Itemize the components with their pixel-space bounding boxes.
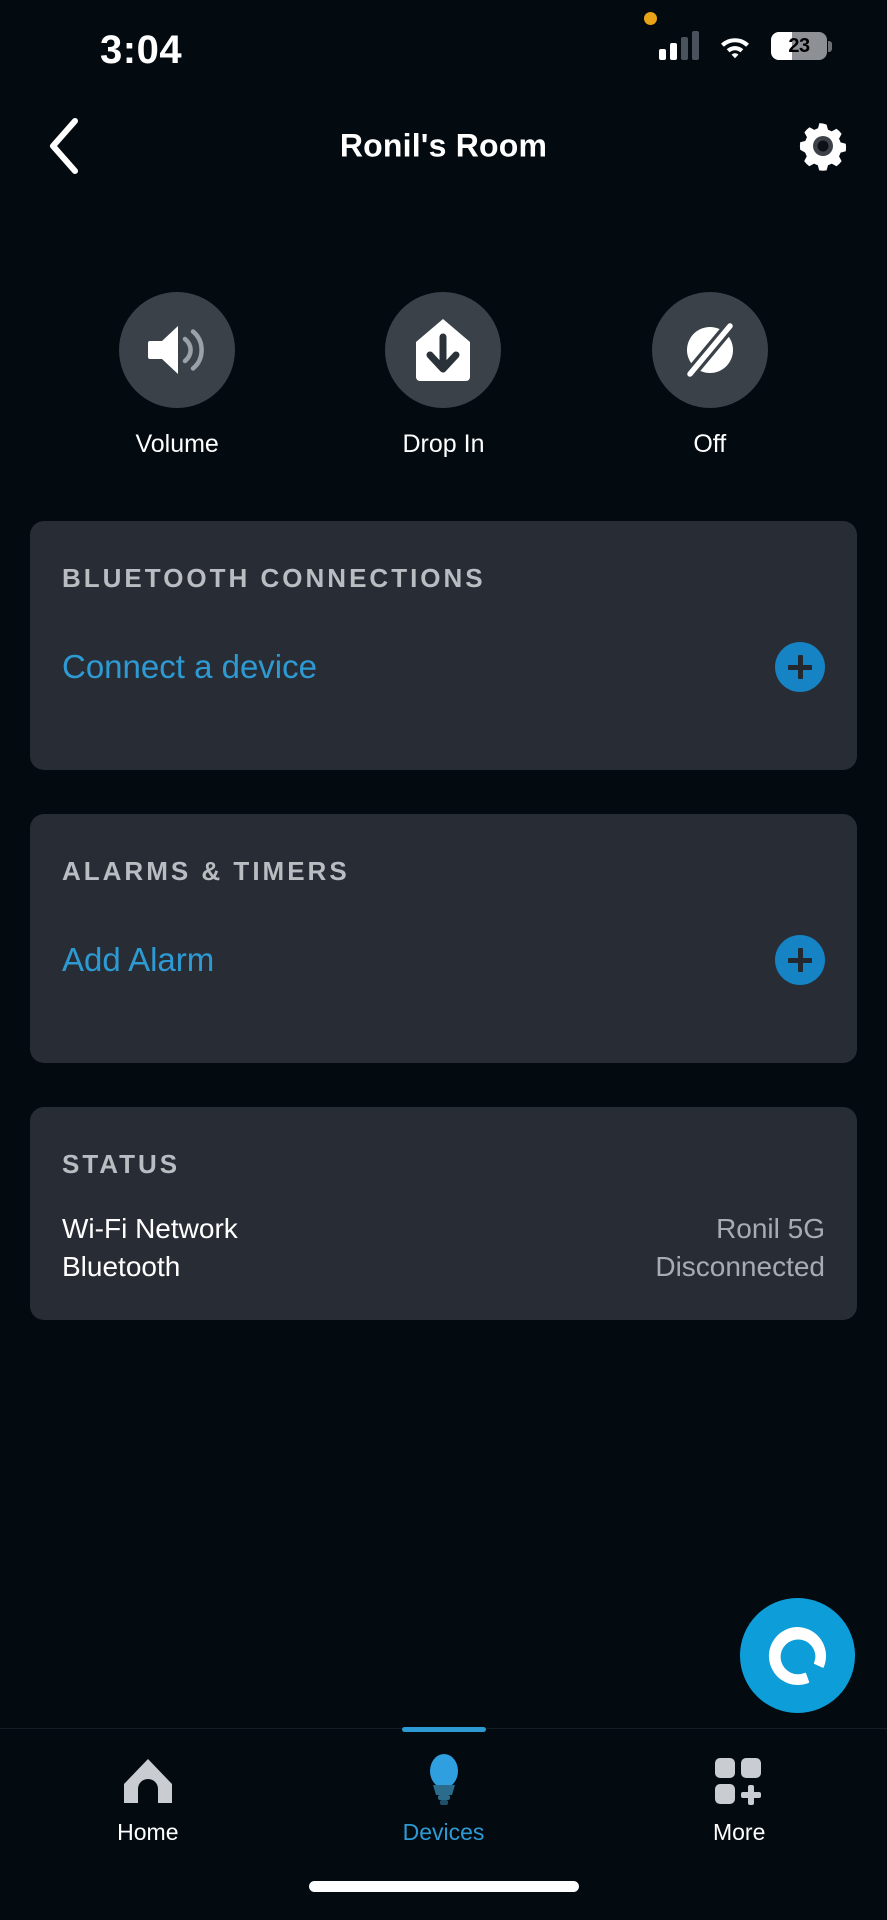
status-row-value: Disconnected: [655, 1251, 825, 1282]
status-row-wifi: Wi-Fi Network Ronil 5G: [62, 1210, 825, 1248]
add-alarm-label[interactable]: Add Alarm: [62, 941, 214, 979]
connect-a-device-label[interactable]: Connect a device: [62, 648, 317, 686]
status-bar-time: 3:04: [100, 28, 183, 72]
alarms-card-title: Alarms & Timers: [62, 856, 350, 886]
status-card: Status Wi-Fi Network Ronil 5G Bluetooth …: [30, 1107, 857, 1320]
status-bar-indicators: 23: [659, 31, 832, 60]
privacy-indicator-dot: [644, 12, 657, 25]
tab-label: Devices: [402, 1819, 485, 1845]
add-alarm-button[interactable]: [775, 935, 825, 985]
drop-in-house-arrow-icon: [416, 319, 471, 381]
quick-action-dnd[interactable]: Off: [615, 292, 805, 459]
quick-action-label: Off: [693, 430, 727, 458]
status-bar: 3:04 23: [0, 0, 887, 96]
alexa-voice-button[interactable]: [740, 1598, 855, 1713]
bluetooth-connections-card: Bluetooth Connections Connect a device: [30, 521, 857, 770]
tab-more[interactable]: More: [591, 1729, 887, 1859]
home-icon: [122, 1754, 174, 1806]
alexa-ring-icon: [768, 1626, 826, 1685]
drop-in-button[interactable]: [385, 292, 502, 408]
add-alarm-row[interactable]: Add Alarm: [62, 935, 825, 985]
page-title: Ronil's Room: [339, 127, 548, 164]
quick-action-label: Volume: [135, 430, 219, 458]
status-card-title: Status: [62, 1149, 181, 1179]
bluetooth-card-title: Bluetooth Connections: [62, 563, 486, 593]
speaker-volume-icon: [148, 326, 205, 374]
connect-a-device-row[interactable]: Connect a device: [62, 642, 825, 692]
gear-icon: [799, 123, 847, 171]
wifi-icon: [717, 32, 753, 60]
tab-label: More: [712, 1819, 766, 1845]
cards-container: Bluetooth Connections Connect a device A…: [0, 521, 887, 1320]
tab-label: Home: [117, 1819, 179, 1845]
app-screen: 3:04 23 Ronil's Room Volume Drop In Off …: [0, 0, 887, 1920]
status-rows: Wi-Fi Network Ronil 5G Bluetooth Disconn…: [62, 1210, 825, 1286]
quick-actions-row: Volume Drop In Off: [0, 292, 887, 459]
bottom-tab-bar: Home Devices More: [0, 1727, 887, 1920]
add-bluetooth-device-button[interactable]: [775, 642, 825, 692]
quick-action-label: Drop In: [402, 430, 485, 458]
cellular-signal-icon: [659, 31, 699, 60]
alarms-timers-card: Alarms & Timers Add Alarm: [30, 814, 857, 1063]
grid-plus-icon: [713, 1754, 765, 1806]
settings-button[interactable]: [795, 118, 851, 174]
status-row-value: Ronil 5G: [716, 1213, 825, 1244]
battery-percent-label: 23: [788, 34, 810, 57]
status-row-key: Wi-Fi Network: [62, 1213, 238, 1244]
tab-home[interactable]: Home: [0, 1729, 296, 1859]
home-indicator[interactable]: [308, 1881, 579, 1892]
navigation-header: Ronil's Room: [0, 96, 887, 196]
status-row-key: Bluetooth: [62, 1251, 181, 1282]
status-row-bluetooth: Bluetooth Disconnected: [62, 1248, 825, 1286]
active-tab-indicator: [401, 1727, 486, 1732]
volume-button[interactable]: [119, 292, 236, 408]
quick-action-volume[interactable]: Volume: [82, 292, 272, 459]
tabs: Home Devices More: [0, 1729, 887, 1859]
tab-devices[interactable]: Devices: [296, 1729, 592, 1859]
lightbulb-icon: [426, 1754, 462, 1806]
battery-icon: 23: [771, 32, 832, 60]
do-not-disturb-button[interactable]: [651, 292, 768, 408]
quick-action-drop-in[interactable]: Drop In: [348, 292, 538, 459]
do-not-disturb-off-icon: [686, 323, 733, 377]
